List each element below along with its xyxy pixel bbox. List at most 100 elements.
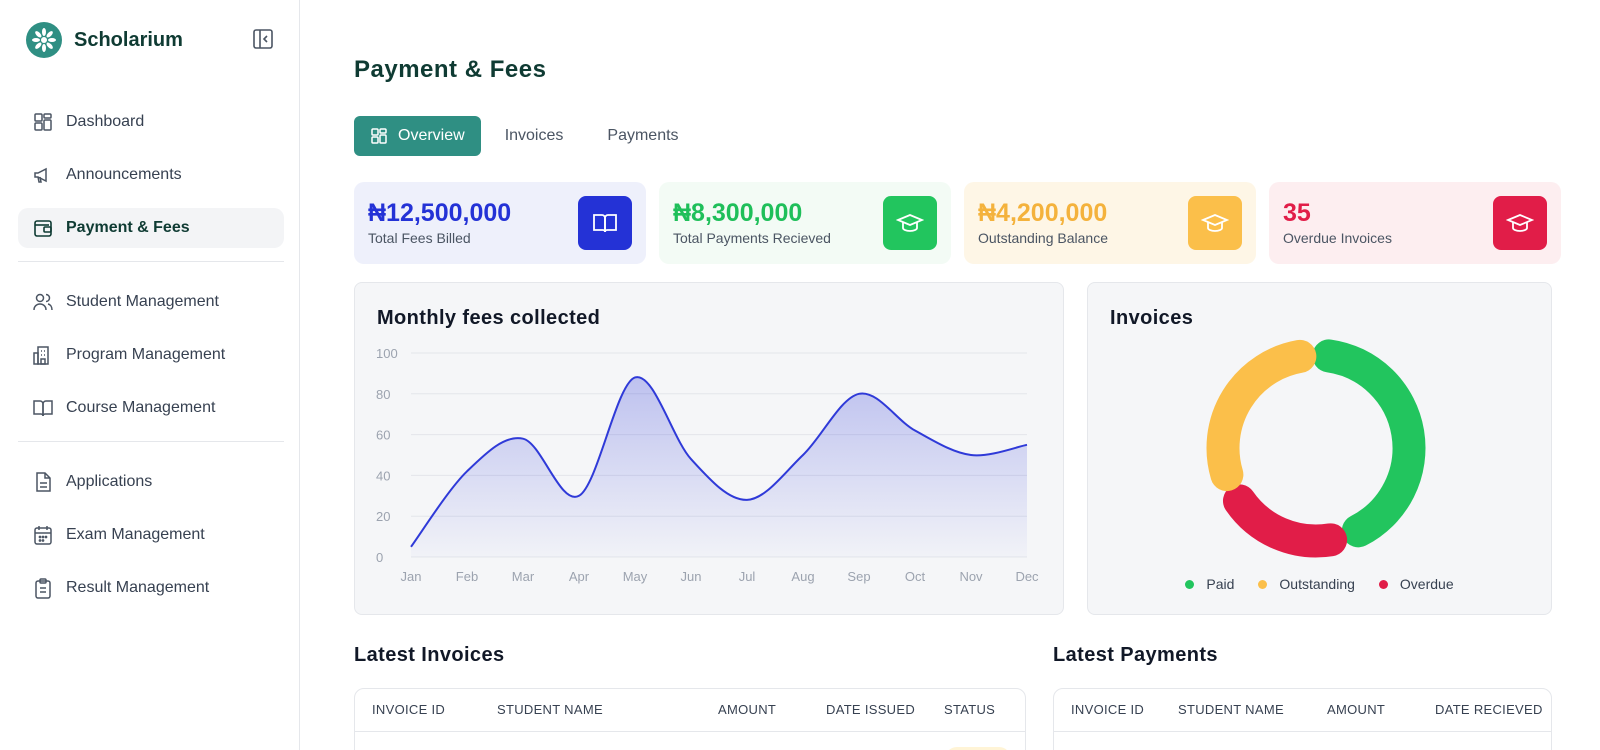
y-tick-label: 0 <box>376 550 383 565</box>
sidebar-item-label: Payment & Fees <box>66 219 190 236</box>
column-header[interactable]: AMOUNT <box>718 702 776 717</box>
legend-label: Paid <box>1206 576 1235 592</box>
tab-label: Invoices <box>504 127 564 144</box>
calendar-icon <box>34 526 52 545</box>
grid-icon <box>371 128 387 144</box>
sidebar-divider <box>18 261 284 262</box>
sidebar-divider <box>18 441 284 442</box>
legend-item-paid: Paid <box>1185 576 1234 592</box>
tab-label: Payments <box>607 127 679 144</box>
clipboard-icon <box>35 578 51 599</box>
x-tick-label: Jul <box>739 569 756 584</box>
latest-payments-table: INVOICE ID STUDENT NAME AMOUNT DATE RECI… <box>1053 688 1552 750</box>
sidebar-item-label: Dashboard <box>66 113 145 130</box>
dashboard-icon <box>34 113 52 131</box>
table-header: INVOICE ID STUDENT NAME AMOUNT DATE ISSU… <box>355 689 1025 732</box>
app-name: Scholarium <box>74 28 183 51</box>
users-icon <box>33 293 53 311</box>
brand[interactable]: Scholarium <box>26 22 183 58</box>
y-tick-label: 40 <box>376 468 390 483</box>
sidebar: Scholarium Dashboard Announcements Payme… <box>0 0 300 750</box>
graduation-cap-icon <box>883 196 937 250</box>
tab-bar: Overview Invoices Payments <box>354 116 703 156</box>
column-header[interactable]: DATE RECIEVED <box>1435 702 1543 717</box>
x-tick-label: Sep <box>847 569 870 584</box>
legend-dot <box>1378 579 1388 589</box>
sidebar-item-label: Announcements <box>66 166 182 183</box>
tab-invoices[interactable]: Invoices <box>485 116 584 156</box>
legend-label: Outstanding <box>1279 576 1355 592</box>
latest-invoices-table: INVOICE ID STUDENT NAME AMOUNT DATE ISSU… <box>354 688 1026 750</box>
sidebar-item-program-management[interactable]: Program Management <box>18 335 284 375</box>
sidebar-item-applications[interactable]: Applications <box>18 462 284 502</box>
x-tick-label: Aug <box>791 569 814 584</box>
y-tick-label: 80 <box>376 387 390 402</box>
x-tick-label: Jan <box>401 569 422 584</box>
megaphone-icon <box>34 167 47 183</box>
page-title: Payment & Fees <box>354 56 547 83</box>
stat-card-overdue-invoices: 35 Overdue Invoices <box>1269 182 1561 264</box>
y-tick-label: 100 <box>376 346 398 361</box>
latest-payments-title: Latest Payments <box>1053 644 1218 666</box>
stat-card-payments-received: ₦8,300,000 Total Payments Recieved <box>659 182 951 264</box>
legend-dot <box>1258 579 1268 589</box>
sidebar-collapse-icon[interactable] <box>252 28 274 50</box>
invoices-donut-chart <box>1206 339 1426 558</box>
column-header[interactable]: STUDENT NAME <box>497 702 603 717</box>
wallet-icon <box>34 220 52 237</box>
x-tick-label: Feb <box>456 569 478 584</box>
legend-dot <box>1185 579 1195 589</box>
column-header[interactable]: INVOICE ID <box>1071 702 1144 717</box>
sidebar-item-dashboard[interactable]: Dashboard <box>18 102 284 142</box>
x-tick-label: Apr <box>569 569 590 584</box>
tab-payments[interactable]: Payments <box>587 116 698 156</box>
column-header[interactable]: INVOICE ID <box>372 702 445 717</box>
sidebar-item-label: Student Management <box>66 293 219 310</box>
tab-label: Overview <box>398 127 465 144</box>
sidebar-item-student-management[interactable]: Student Management <box>18 282 284 322</box>
logo-icon <box>26 22 62 58</box>
column-header[interactable]: STUDENT NAME <box>1178 702 1284 717</box>
legend-item-outstanding: Outstanding <box>1258 576 1355 592</box>
stat-card-total-fees: ₦12,500,000 Total Fees Billed <box>354 182 646 264</box>
sidebar-item-course-management[interactable]: Course Management <box>18 388 284 428</box>
donut-slice-paid <box>1312 339 1426 548</box>
chart-legend: Paid Outstanding Overdue <box>1088 576 1551 592</box>
donut-slice-overdue <box>1222 484 1348 558</box>
building-icon <box>33 346 49 365</box>
y-tick-label: 20 <box>376 509 390 524</box>
x-tick-label: May <box>623 569 648 584</box>
area-fill <box>411 377 1027 557</box>
x-tick-label: Nov <box>959 569 983 584</box>
sidebar-item-label: Result Management <box>66 579 210 596</box>
tab-overview[interactable]: Overview <box>354 116 481 156</box>
monthly-fees-chart: 0 20 40 60 80 100 Jan Feb Mar Apr May Jun Jul Aug Sep O… <box>376 346 1039 584</box>
sidebar-item-label: Exam Management <box>66 526 205 543</box>
graduation-cap-icon <box>1188 196 1242 250</box>
donut-slice-outstanding <box>1206 339 1317 492</box>
sidebar-item-label: Applications <box>66 473 153 490</box>
sidebar-item-announcements[interactable]: Announcements <box>18 155 284 195</box>
book-icon <box>33 400 53 417</box>
column-header[interactable]: AMOUNT <box>1327 702 1385 717</box>
sidebar-item-exam-management[interactable]: Exam Management <box>18 515 284 555</box>
invoices-panel: Invoices Paid Outstanding Overdue <box>1087 282 1552 615</box>
x-tick-label: Oct <box>905 569 926 584</box>
y-tick-label: 60 <box>376 428 390 443</box>
column-header[interactable]: DATE ISSUED <box>826 702 915 717</box>
monthly-fees-panel: Monthly fees collected 0 20 40 60 80 100 Jan Fe… <box>354 282 1064 615</box>
sidebar-item-result-management[interactable]: Result Management <box>18 568 284 608</box>
graduation-cap-icon <box>1493 196 1547 250</box>
book-open-icon <box>578 196 632 250</box>
x-tick-label: Mar <box>512 569 535 584</box>
table-header: INVOICE ID STUDENT NAME AMOUNT DATE RECI… <box>1054 689 1551 732</box>
stat-card-outstanding-balance: ₦4,200,000 Outstanding Balance <box>964 182 1256 264</box>
sidebar-item-payment-fees[interactable]: Payment & Fees <box>18 208 284 248</box>
stat-cards: ₦12,500,000 Total Fees Billed ₦8,300,000… <box>354 182 1574 264</box>
document-icon <box>36 472 51 492</box>
sidebar-nav-group-main: Dashboard Announcements Payment & Fees S… <box>18 102 284 621</box>
column-header[interactable]: STATUS <box>944 702 995 717</box>
x-tick-label: Dec <box>1015 569 1039 584</box>
x-tick-label: Jun <box>681 569 702 584</box>
legend-label: Overdue <box>1399 576 1454 592</box>
